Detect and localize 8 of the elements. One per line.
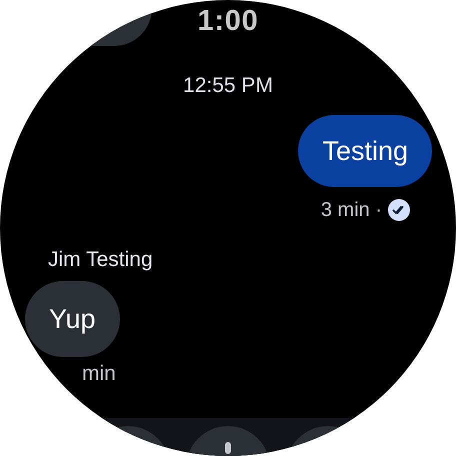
- date-header: 12:55 PM: [183, 73, 273, 99]
- microphone-icon: [224, 442, 232, 454]
- clock: 1:00: [198, 4, 258, 39]
- received-message-bubble: Yup: [25, 281, 120, 357]
- message-time: 3 min ·: [320, 198, 382, 223]
- sender-name: Jim Testing: [48, 247, 153, 273]
- message-time: min: [82, 361, 116, 387]
- sent-message-bubble: Testing: [298, 115, 432, 187]
